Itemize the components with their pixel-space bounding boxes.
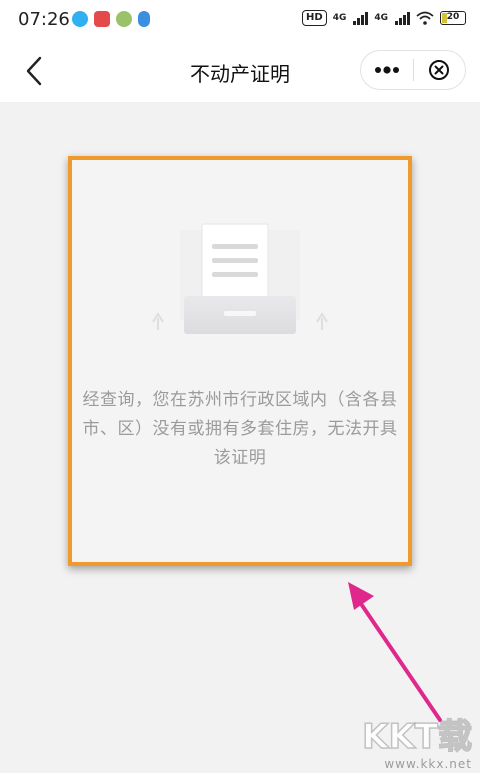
shop-app-icon bbox=[94, 11, 110, 27]
cloud-app-icon bbox=[116, 11, 132, 27]
result-card: 经查询，您在苏州市行政区域内（含各县市、区）没有或拥有多套住房，无法开具该证明 bbox=[68, 156, 412, 566]
status-time: 07:26 bbox=[18, 9, 70, 30]
qq-icon bbox=[72, 11, 88, 27]
wifi-icon bbox=[416, 11, 434, 25]
watermark-url: www.kkx.net bbox=[384, 757, 472, 771]
annotation-arrow bbox=[348, 582, 442, 722]
hd-badge: HD bbox=[302, 10, 327, 26]
result-message: 经查询，您在苏州市行政区域内（含各县市、区）没有或拥有多套住房，无法开具该证明 bbox=[82, 390, 398, 468]
watermark-logo-text: KKT载 bbox=[361, 716, 472, 758]
document-empty-icon bbox=[152, 223, 328, 334]
status-bar: 07:26 HD 4G 4G 20 bbox=[0, 0, 480, 40]
watermark-logo: KKT载 bbox=[361, 716, 472, 758]
battery-level: 20 bbox=[446, 12, 460, 22]
system-indicators: HD 4G 4G 20 bbox=[302, 10, 466, 26]
watermark: KKT载 www.kkx.net bbox=[361, 716, 472, 771]
notification-icons bbox=[72, 11, 150, 27]
close-button[interactable] bbox=[413, 51, 465, 89]
assistant-app-icon bbox=[138, 11, 150, 27]
signal-icon bbox=[353, 11, 369, 25]
more-button[interactable] bbox=[361, 51, 413, 89]
more-dots-icon bbox=[374, 66, 399, 74]
close-circle-icon bbox=[429, 60, 450, 80]
signal-icon-2 bbox=[395, 11, 410, 25]
navigation-bar: 不动产证明 bbox=[0, 40, 480, 102]
battery-icon: 20 bbox=[440, 11, 466, 25]
network-label-1: 4G bbox=[332, 13, 347, 23]
miniprogram-capsule bbox=[360, 50, 466, 90]
network-label-2: 4G bbox=[374, 13, 388, 23]
